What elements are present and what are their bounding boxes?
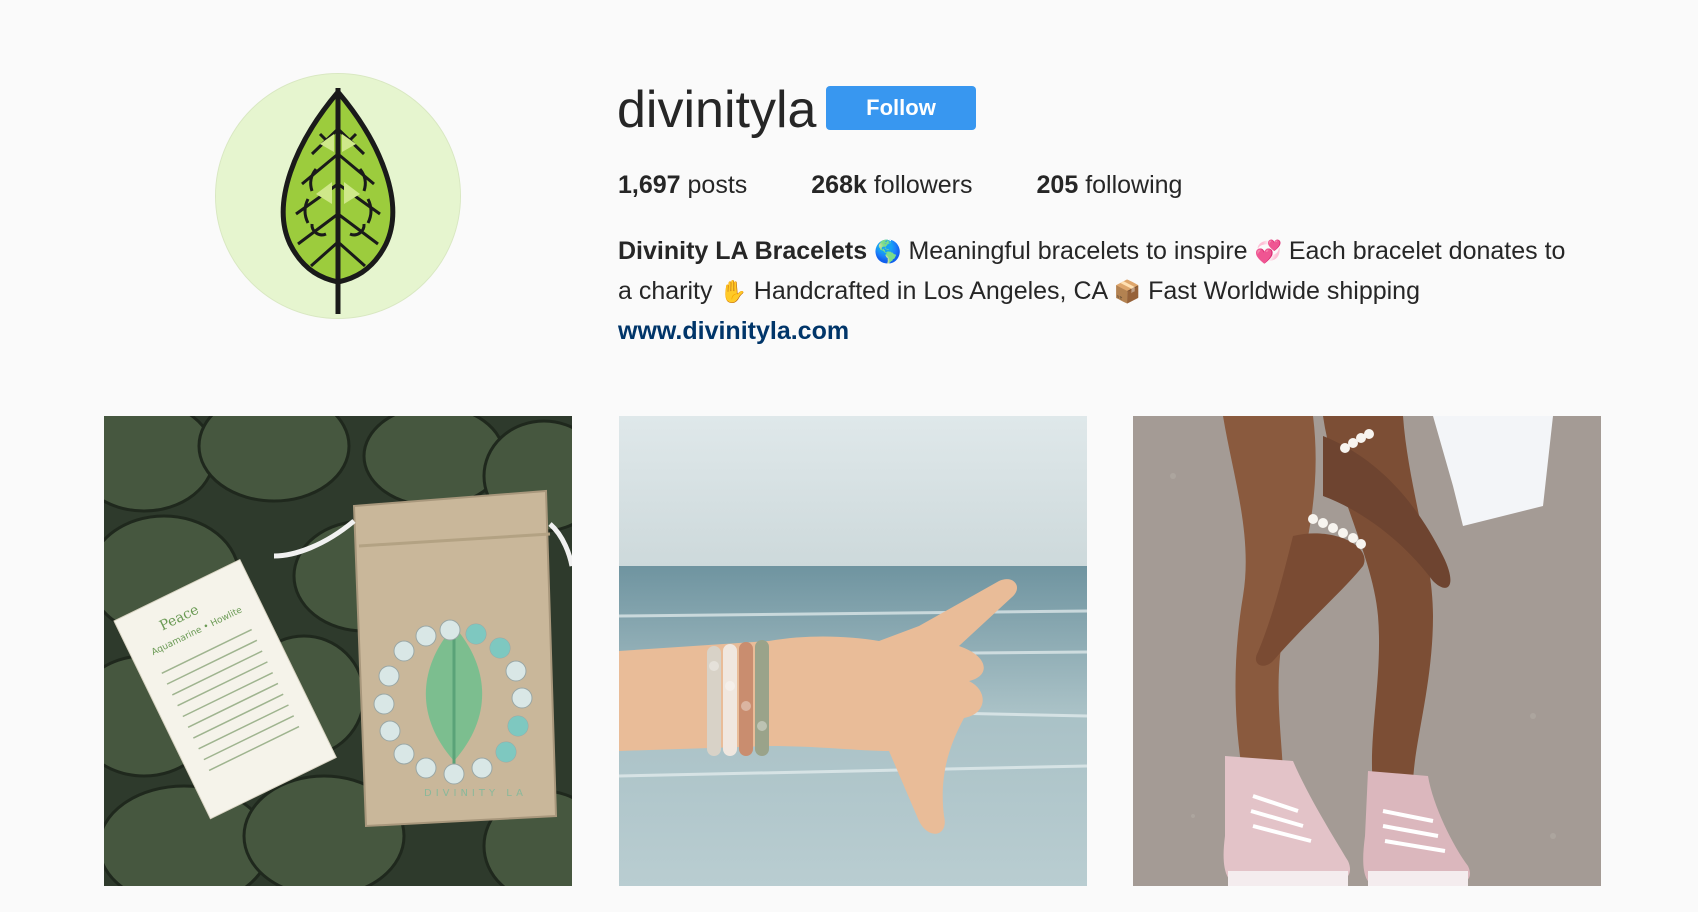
post-image-bracelet-bag: DIVINITY LA Peace Aquamarine • Howlite [104,416,572,886]
post-tile-3[interactable] [1133,416,1601,886]
hearts-icon: 💞 [1254,240,1282,265]
profile-page: divinityla Follow 1,697 posts 268k follo… [0,0,1698,912]
follow-button[interactable]: Follow [826,86,976,130]
bio-text-4: Fast Worldwide shipping [1141,277,1420,305]
bio-website-link[interactable]: www.divinityla.com [618,317,849,345]
post-tile-2[interactable] [619,416,1087,886]
stat-following[interactable]: 205 following [1037,168,1183,202]
posts-label: posts [687,171,748,199]
stat-followers[interactable]: 268k followers [811,168,972,202]
following-count: 205 [1036,171,1079,199]
bag-logo-text: DIVINITY LA [424,788,527,799]
bio-name: Divinity LA Bracelets [618,237,868,265]
post-image-beach-shaka [619,416,1087,886]
package-icon: 📦 [1113,280,1142,305]
post-image-legs-sneakers [1133,416,1601,886]
followers-count: 268k [811,171,867,199]
profile-avatar[interactable] [215,73,461,319]
hand-icon: ✋ [719,280,747,305]
bio-text-3: Handcrafted in Los Angeles, CA [746,277,1114,305]
post-tile-1[interactable]: DIVINITY LA Peace Aquamarine • Howlite [104,416,572,886]
globe-icon: 🌎 [874,240,902,265]
profile-bio: Divinity LA Bracelets 🌎 Meaningful brace… [618,232,1578,350]
profile-username: divinityla [617,81,817,139]
leaf-logo-icon [216,74,460,318]
following-label: following [1085,171,1183,199]
posts-count: 1,697 [618,171,681,199]
profile-stats: 1,697 posts 268k followers 205 following [618,168,1246,202]
followers-label: followers [873,171,973,199]
bio-text-1: Meaningful bracelets to inspire [901,237,1255,265]
stat-posts: 1,697 posts [618,168,747,202]
